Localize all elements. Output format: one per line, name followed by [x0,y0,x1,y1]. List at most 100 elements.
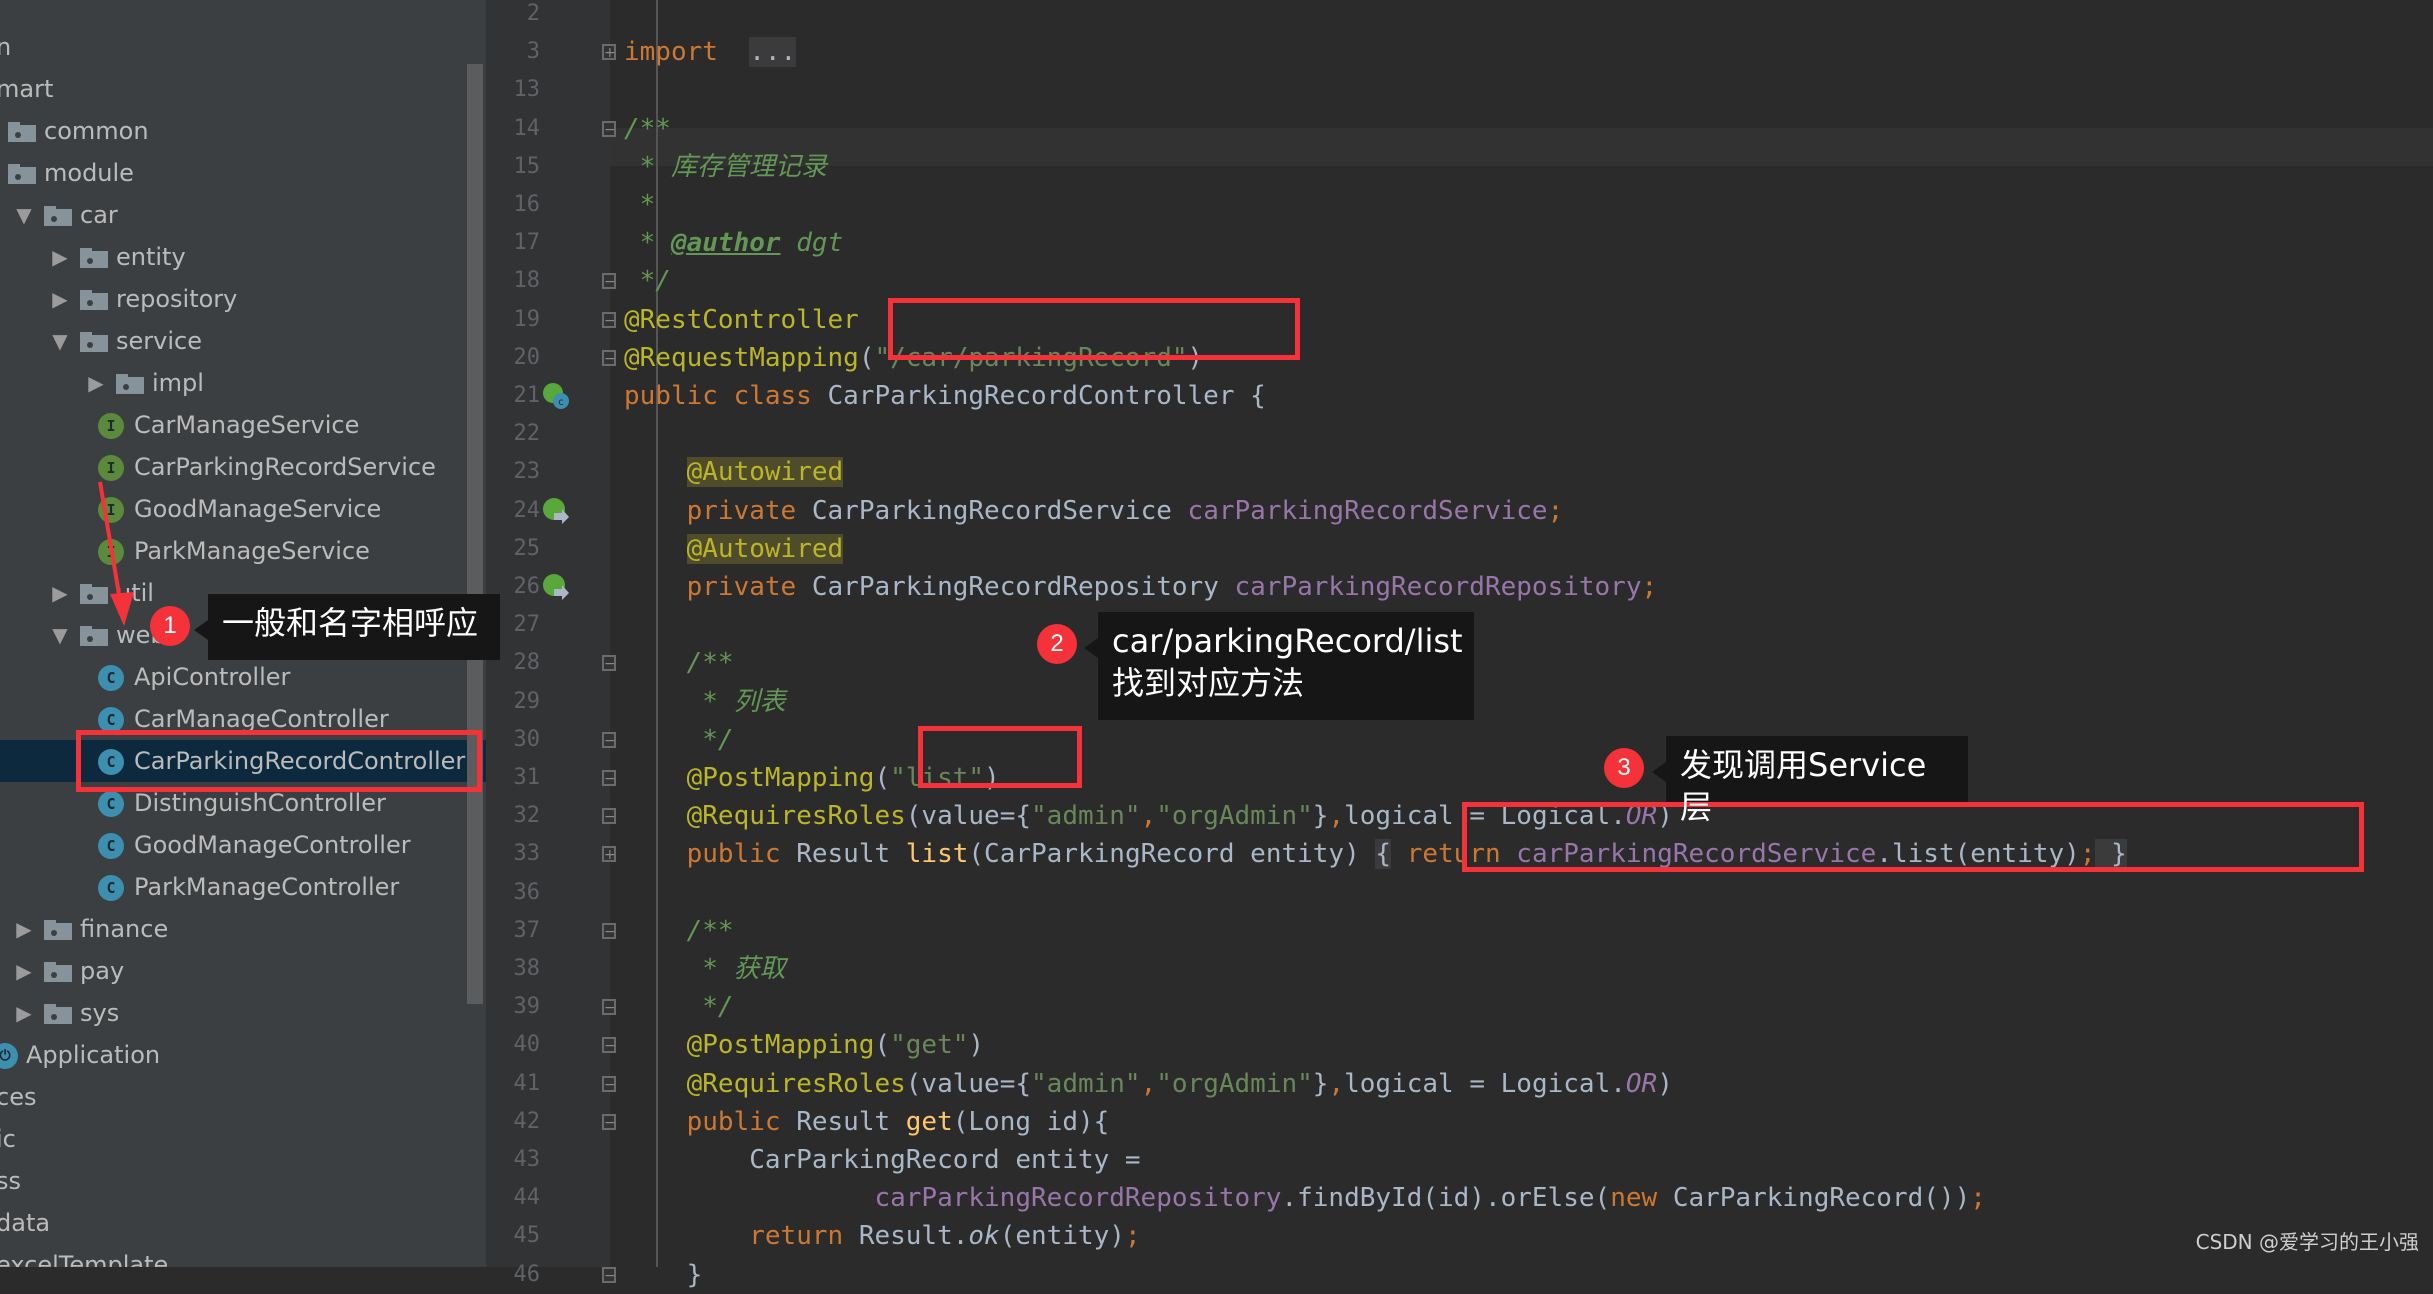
code-token: @Autowired [686,457,844,488]
code-line[interactable]: private CarParkingRecordRepository carPa… [624,568,1658,606]
spring-autowired-navigate-icon[interactable] [542,497,570,525]
java-class-icon: C [98,875,124,901]
code-line[interactable]: CarParkingRecord entity = [624,1141,1141,1179]
tree-item[interactable]: C ParkManageController [0,866,486,908]
tree-item[interactable]: I GoodManageService [0,488,486,530]
code-line[interactable]: * 获取 [624,950,785,988]
collapse-arrow-icon[interactable]: ▶ [50,572,70,614]
fold-collapse-icon[interactable]: − [602,731,616,748]
code-line[interactable]: * [624,186,656,224]
code-line[interactable]: return Result.ok(entity); [624,1217,1140,1255]
tree-item[interactable]: ▶ sys [0,992,486,1034]
code-line[interactable]: /** [624,110,671,148]
code-token: ok [968,1221,1000,1252]
code-line[interactable]: /** [624,644,734,682]
code-line[interactable]: import ... [624,33,797,71]
fold-collapse-icon[interactable]: − [602,922,616,939]
spring-autowired-navigate-icon[interactable] [542,573,570,601]
code-line[interactable]: } [624,1256,703,1294]
code-line[interactable]: */ [624,262,671,300]
tree-item[interactable]: ⏻ Application [0,1034,486,1076]
tree-item[interactable]: C GoodManageController [0,824,486,866]
tree-item[interactable]: ▶ pay [0,950,486,992]
tree-item[interactable]: I CarManageService [0,404,486,446]
code-line[interactable]: @PostMapping("get") [624,1026,984,1064]
tree-item[interactable]: ▶ entity [0,236,486,278]
spring-bean-class-icon[interactable]: c [542,382,570,410]
collapse-arrow-icon[interactable]: ▶ [14,950,34,992]
tree-item-label: ApiController [134,663,291,691]
tree-item[interactable]: ic [0,1118,486,1160]
fold-collapse-icon[interactable]: − [602,999,616,1016]
fold-expand-icon[interactable]: + [602,846,616,863]
code-token: public [686,1106,797,1137]
code-line[interactable]: public Result get(Long id){ [624,1103,1110,1141]
tree-item[interactable]: n [0,26,486,68]
fold-collapse-icon[interactable]: − [602,311,616,328]
code-token: , [1328,801,1345,832]
editor-gutter: 2 3 13 14 15 16 17 18 19 20 21 c 22 23 24 25 26 27 28 29 30 3… [486,0,610,1287]
code-line[interactable]: * 列表 [624,683,785,721]
code-line[interactable]: @RestController [624,301,859,339]
tree-item[interactable]: ▶ impl [0,362,486,404]
package-folder-icon [8,164,36,184]
tree-item[interactable]: I CarParkingRecordService [0,446,486,488]
code-line[interactable]: */ [624,721,733,759]
collapse-arrow-icon[interactable]: ▶ [14,908,34,950]
tree-item[interactable]: C ApiController [0,656,486,698]
fold-collapse-icon[interactable]: − [602,349,616,366]
tree-item[interactable]: ▼ car [0,194,486,236]
code-line[interactable]: /** [624,912,734,950]
code-line[interactable]: private CarParkingRecordService carParki… [624,492,1564,530]
fold-collapse-icon[interactable]: − [602,1113,616,1130]
fold-collapse-icon[interactable]: − [602,1075,616,1092]
tree-item[interactable]: ss [0,1160,486,1202]
fold-collapse-icon[interactable]: − [602,120,616,137]
collapse-arrow-icon[interactable]: ▶ [50,278,70,320]
tree-item[interactable]: ▶ repository [0,278,486,320]
tree-item[interactable]: ces [0,1076,486,1118]
fold-collapse-icon[interactable]: − [602,1266,616,1283]
code-line[interactable]: @Autowired [624,530,844,568]
code-token: "admin" [1031,801,1141,832]
collapse-arrow-icon[interactable]: ▶ [86,362,106,404]
package-folder-icon [80,584,108,604]
tree-item-label: car [80,201,118,229]
code-line[interactable]: * 库存管理记录 [624,148,827,186]
code-line[interactable]: * @author dgt [624,224,844,262]
tree-item[interactable]: data [0,1202,486,1244]
fold-collapse-icon[interactable]: − [602,1037,616,1054]
fold-collapse-icon[interactable]: − [602,273,616,290]
expand-arrow-icon[interactable]: ▼ [50,320,70,362]
tree-item[interactable]: module [0,152,486,194]
tree-item-label: GoodManageService [134,495,382,523]
fold-collapse-icon[interactable]: − [602,770,616,786]
code-line[interactable]: carParkingRecordRepository.findById(id).… [624,1179,1985,1217]
code-line[interactable]: @Autowired [624,453,844,491]
fold-expand-icon[interactable]: + [602,44,616,61]
tree-item[interactable]: ▶ finance [0,908,486,950]
fold-collapse-icon[interactable]: − [602,808,616,825]
tree-item[interactable]: common [0,110,486,152]
code-token: @PostMapping [686,763,875,793]
code-line[interactable]: @RequiresRoles(value={"admin","orgAdmin"… [624,1065,1673,1103]
expand-arrow-icon[interactable]: ▼ [14,194,34,236]
fold-collapse-icon[interactable]: − [602,655,616,672]
code-line[interactable]: */ [624,988,733,1026]
tree-item[interactable]: mart [0,68,486,110]
tree-item[interactable]: excelTemplate [0,1244,486,1267]
code-line[interactable]: public class CarParkingRecordController … [624,377,1266,415]
tree-item[interactable]: I ParkManageService [0,530,486,572]
tree-item[interactable]: ▼ service [0,320,486,362]
expand-arrow-icon[interactable]: ▼ [50,614,70,656]
collapse-arrow-icon[interactable]: ▶ [14,992,34,1034]
code-token: CarParkingRecord entity = [624,1145,1141,1175]
collapse-arrow-icon[interactable]: ▶ [50,236,70,278]
sidebar-scrollbar[interactable] [467,64,483,1004]
